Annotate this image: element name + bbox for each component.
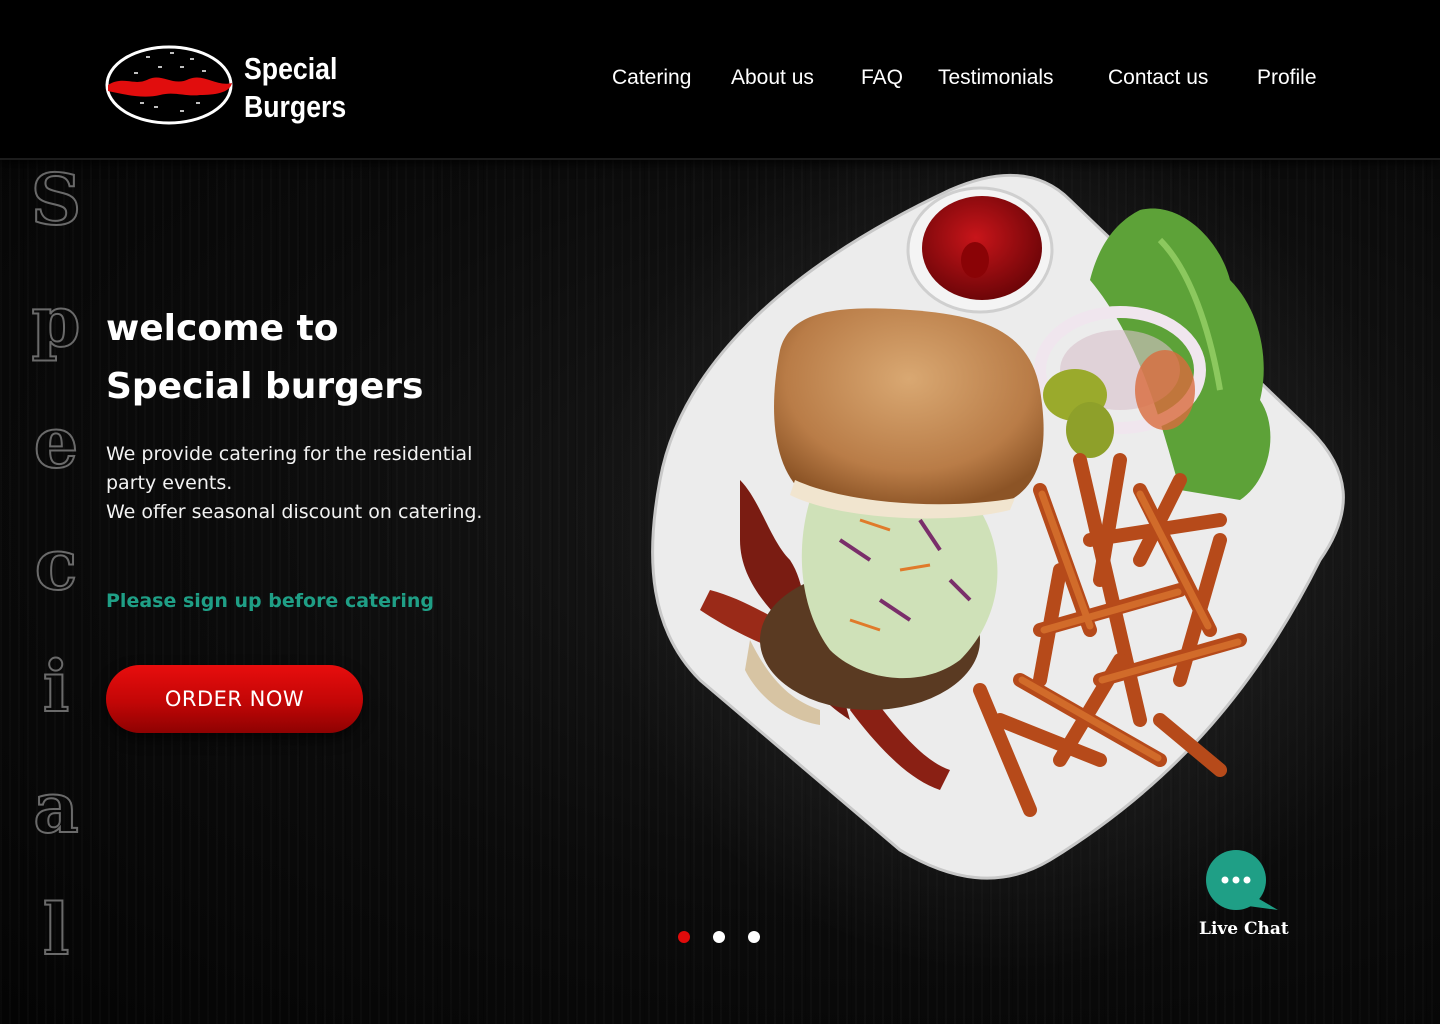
brand-name[interactable]: Special Burgers <box>244 50 346 126</box>
brand-line-1: Special <box>244 51 338 86</box>
side-letter: e <box>33 401 80 485</box>
carousel-dots <box>678 931 760 943</box>
live-chat-label[interactable]: Live Chat <box>1199 919 1289 939</box>
burger-logo-icon[interactable] <box>104 43 234 127</box>
nav-faq[interactable]: FAQ <box>861 66 903 90</box>
signup-note[interactable]: Please sign up before catering <box>106 590 434 612</box>
side-letter: c <box>34 522 79 606</box>
nav-contact-us[interactable]: Contact us <box>1108 66 1208 90</box>
burger-plate-image <box>651 173 1345 880</box>
side-letter: a <box>32 766 79 850</box>
side-letter: i <box>42 644 71 728</box>
side-letter: p <box>31 279 82 363</box>
site-header: Special Burgers Catering About us FAQ Te… <box>0 0 1440 160</box>
hero-title: welcome to Special burgers <box>106 300 423 416</box>
hero-title-line-1: welcome to <box>106 308 339 349</box>
hero-desc-line-2: We offer seasonal discount on catering. <box>106 501 483 523</box>
side-letter: S <box>30 158 83 241</box>
carousel-dot-2[interactable] <box>713 931 725 943</box>
carousel-dot-3[interactable] <box>748 931 760 943</box>
order-now-button[interactable]: ORDER NOW <box>106 665 363 733</box>
brand-line-2: Burgers <box>244 89 347 124</box>
hero-title-line-2: Special burgers <box>106 366 424 407</box>
nav-testimonials[interactable]: Testimonials <box>938 66 1054 90</box>
side-letter: l <box>42 887 71 971</box>
nav-catering[interactable]: Catering <box>612 66 691 90</box>
nav-about-us[interactable]: About us <box>731 66 814 90</box>
nav-profile[interactable]: Profile <box>1257 66 1317 90</box>
carousel-dot-1[interactable] <box>678 931 690 943</box>
hero-description: We provide catering for the residential … <box>106 440 526 527</box>
hero-desc-line-1: We provide catering for the residential … <box>106 443 473 494</box>
side-decorative-word: S p e c i a l <box>26 158 86 971</box>
